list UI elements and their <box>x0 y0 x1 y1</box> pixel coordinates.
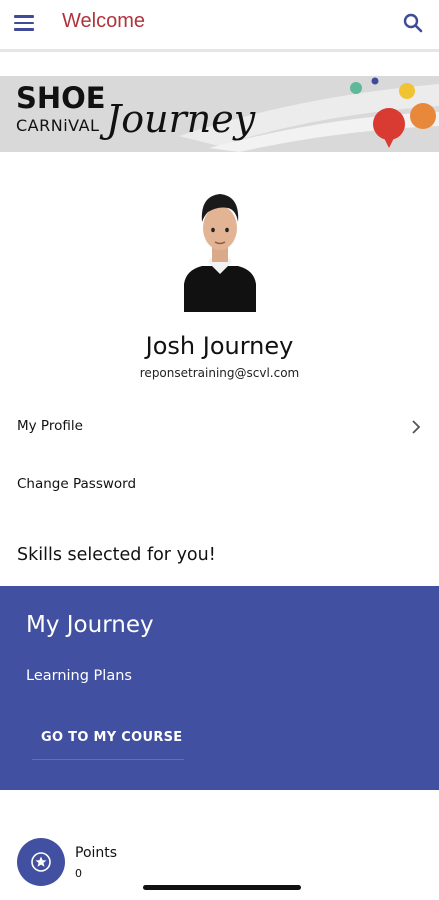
header-divider <box>0 49 439 52</box>
app-header: Welcome <box>0 0 439 48</box>
go-to-my-course-label: GO TO MY COURSE <box>41 730 183 745</box>
my-journey-card: My Journey Learning Plans GO TO MY COURS… <box>0 586 439 790</box>
hamburger-menu-icon[interactable] <box>14 12 40 34</box>
points-badge[interactable] <box>17 838 65 886</box>
avatar <box>184 194 256 312</box>
journey-card-subtitle: Learning Plans <box>26 668 132 684</box>
user-email: reponsetraining@scvl.com <box>139 366 300 380</box>
change-password-label: Change Password <box>17 476 137 492</box>
page-title: Welcome <box>62 10 145 32</box>
journey-card-title: My Journey <box>26 612 154 638</box>
my-profile-row[interactable]: My Profile <box>0 406 439 446</box>
user-name: Josh Journey <box>145 332 294 360</box>
star-icon <box>31 852 51 872</box>
points-label: Points <box>75 845 118 861</box>
skills-heading: Skills selected for you! <box>17 545 216 565</box>
my-profile-label: My Profile <box>17 418 83 434</box>
change-password-row[interactable]: Change Password <box>0 464 439 504</box>
home-indicator[interactable] <box>143 885 301 890</box>
brand-logo-carnival: CARNiVAL <box>16 116 100 135</box>
go-to-my-course-button[interactable]: GO TO MY COURSE <box>32 724 184 760</box>
brand-logo-shoe: SHOE <box>16 81 106 115</box>
points-value: 0 <box>75 867 82 880</box>
chevron-right-icon <box>412 420 421 434</box>
brand-logo-journey: Journey <box>106 97 256 141</box>
brand-banner: SHOE CARNiVAL Journey <box>0 76 439 152</box>
search-icon[interactable] <box>401 11 425 35</box>
